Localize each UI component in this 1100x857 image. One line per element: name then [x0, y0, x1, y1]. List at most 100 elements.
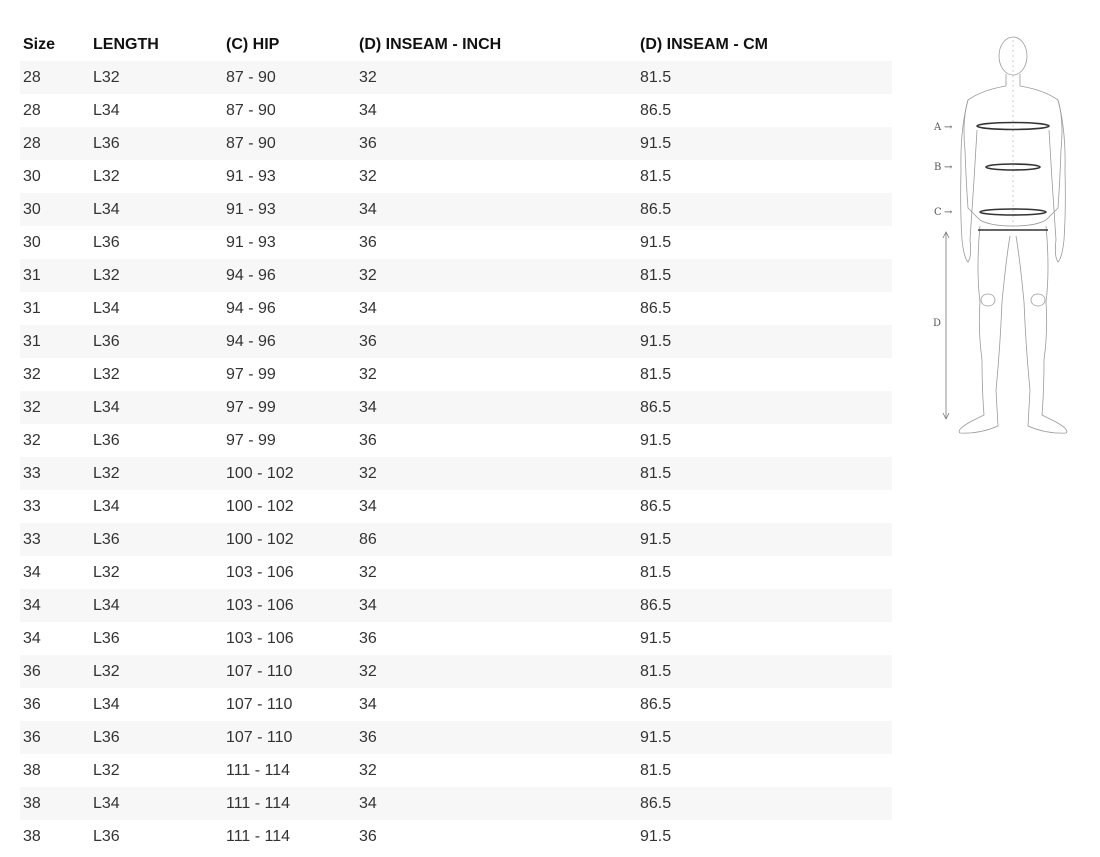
table-row: 38 L32 111 - 114 32 81.5 — [20, 754, 892, 787]
cell-size: 38 — [20, 754, 90, 787]
cell-inseam-inch: 32 — [356, 61, 637, 94]
cell-length: L36 — [90, 820, 223, 853]
cell-length: L32 — [90, 754, 223, 787]
cell-size: 36 — [20, 655, 90, 688]
header-inseam-inch: (D) INSEAM - INCH — [359, 35, 502, 53]
cell-inseam-cm: 91.5 — [637, 127, 892, 160]
cell-length: L32 — [90, 358, 223, 391]
cell-hip: 103 - 106 — [223, 556, 356, 589]
cell-inseam-inch: 34 — [356, 589, 637, 622]
cell-length: L36 — [90, 622, 223, 655]
cell-length: L34 — [90, 193, 223, 226]
cell-hip: 94 - 96 — [223, 259, 356, 292]
cell-length: L36 — [90, 325, 223, 358]
cell-inseam-cm: 81.5 — [637, 259, 892, 292]
cell-inseam-inch: 32 — [356, 457, 637, 490]
header-inseam-cm: (D) INSEAM - CM — [640, 35, 768, 53]
cell-size: 33 — [20, 490, 90, 523]
cell-inseam-cm: 86.5 — [637, 391, 892, 424]
cell-inseam-cm: 91.5 — [637, 721, 892, 754]
mannequin-illustration: A → B → C → D — [933, 36, 1068, 434]
cell-size: 32 — [20, 358, 90, 391]
cell-size: 32 — [20, 391, 90, 424]
cell-size: 33 — [20, 523, 90, 556]
cell-inseam-cm: 91.5 — [637, 325, 892, 358]
cell-size: 34 — [20, 556, 90, 589]
table-row: 32 L32 97 - 99 32 81.5 — [20, 358, 892, 391]
cell-size: 30 — [20, 193, 90, 226]
cell-inseam-inch: 34 — [356, 391, 637, 424]
cell-hip: 97 - 99 — [223, 358, 356, 391]
cell-inseam-inch: 36 — [356, 226, 637, 259]
cell-size: 34 — [20, 589, 90, 622]
cell-inseam-inch: 32 — [356, 754, 637, 787]
cell-inseam-inch: 32 — [356, 259, 637, 292]
cell-hip: 103 - 106 — [223, 589, 356, 622]
header-row: Size LENGTH (C) HIP (D) INSEAM - INCH (D… — [20, 28, 892, 61]
table-header: Size LENGTH (C) HIP (D) INSEAM - INCH (D… — [20, 28, 892, 61]
cell-length: L36 — [90, 424, 223, 457]
table-row: 36 L36 107 - 110 36 91.5 — [20, 721, 892, 754]
cell-inseam-cm: 81.5 — [637, 358, 892, 391]
cell-length: L32 — [90, 556, 223, 589]
marker-c-label: C — [934, 207, 942, 218]
cell-inseam-inch: 32 — [356, 160, 637, 193]
marker-d-label: D — [933, 318, 941, 329]
cell-length: L36 — [90, 721, 223, 754]
marker-a-label: A — [933, 122, 942, 133]
cell-size: 28 — [20, 127, 90, 160]
table-body: 28 L32 87 - 90 32 81.5 28 L34 87 - 90 34 86.5 28 L3… — [20, 61, 892, 853]
cell-hip: 100 - 102 — [223, 490, 356, 523]
cell-inseam-inch: 36 — [356, 127, 637, 160]
table-row: 34 L34 103 - 106 34 86.5 — [20, 589, 892, 622]
cell-hip: 91 - 93 — [223, 160, 356, 193]
table-row: 38 L36 111 - 114 36 91.5 — [20, 820, 892, 853]
cell-inseam-inch: 36 — [356, 622, 637, 655]
cell-hip: 103 - 106 — [223, 622, 356, 655]
table-row: 33 L32 100 - 102 32 81.5 — [20, 457, 892, 490]
cell-inseam-inch: 34 — [356, 490, 637, 523]
cell-size: 31 — [20, 292, 90, 325]
size-chart-page: Size LENGTH (C) HIP (D) INSEAM - INCH (D… — [0, 0, 1100, 857]
cell-length: L34 — [90, 688, 223, 721]
cell-size: 28 — [20, 61, 90, 94]
cell-inseam-inch: 36 — [356, 325, 637, 358]
table-row: 28 L32 87 - 90 32 81.5 — [20, 61, 892, 94]
cell-inseam-cm: 81.5 — [637, 160, 892, 193]
cell-length: L34 — [90, 94, 223, 127]
table-row: 38 L34 111 - 114 34 86.5 — [20, 787, 892, 820]
cell-length: L34 — [90, 490, 223, 523]
cell-inseam-inch: 32 — [356, 655, 637, 688]
cell-inseam-cm: 81.5 — [637, 655, 892, 688]
cell-inseam-cm: 86.5 — [637, 787, 892, 820]
cell-size: 36 — [20, 721, 90, 754]
cell-inseam-inch: 86 — [356, 523, 637, 556]
cell-inseam-cm: 91.5 — [637, 820, 892, 853]
mannequin-outline — [958, 36, 1068, 434]
table-row: 34 L32 103 - 106 32 81.5 — [20, 556, 892, 589]
cell-length: L34 — [90, 391, 223, 424]
cell-inseam-cm: 86.5 — [637, 688, 892, 721]
cell-size: 28 — [20, 94, 90, 127]
header-size: Size — [23, 35, 56, 53]
table-row: 33 L36 100 - 102 86 91.5 — [20, 523, 892, 556]
table-row: 36 L32 107 - 110 32 81.5 — [20, 655, 892, 688]
marker-a-arrow: → — [944, 122, 953, 133]
cell-length: L32 — [90, 457, 223, 490]
cell-length: L36 — [90, 523, 223, 556]
cell-hip: 94 - 96 — [223, 325, 356, 358]
cell-inseam-cm: 81.5 — [637, 457, 892, 490]
table-row: 28 L36 87 - 90 36 91.5 — [20, 127, 892, 160]
cell-inseam-cm: 91.5 — [637, 622, 892, 655]
cell-inseam-inch: 34 — [356, 292, 637, 325]
cell-inseam-inch: 34 — [356, 94, 637, 127]
cell-hip: 100 - 102 — [223, 523, 356, 556]
table-row: 31 L32 94 - 96 32 81.5 — [20, 259, 892, 292]
cell-hip: 94 - 96 — [223, 292, 356, 325]
table-row: 31 L34 94 - 96 34 86.5 — [20, 292, 892, 325]
table-row: 36 L34 107 - 110 34 86.5 — [20, 688, 892, 721]
table-row: 30 L32 91 - 93 32 81.5 — [20, 160, 892, 193]
cell-inseam-cm: 91.5 — [637, 226, 892, 259]
table-row: 32 L34 97 - 99 34 86.5 — [20, 391, 892, 424]
cell-size: 38 — [20, 820, 90, 853]
